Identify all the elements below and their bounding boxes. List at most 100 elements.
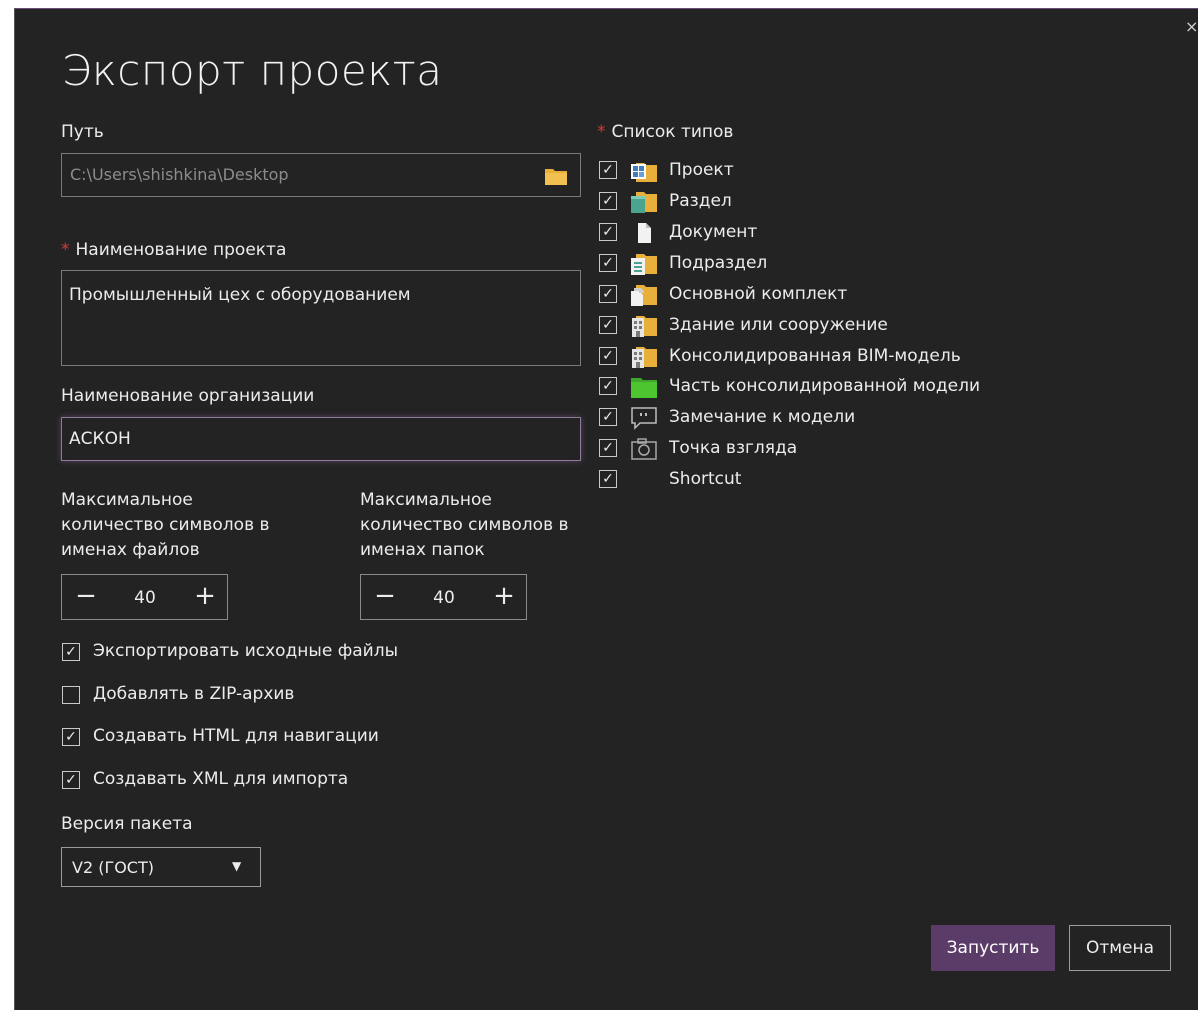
checkbox[interactable]: ✓: [599, 377, 617, 395]
cancel-button[interactable]: Отмена: [1069, 925, 1171, 971]
type-item-main-set[interactable]: ✓ Основной комплект: [599, 283, 1019, 307]
project-folder-icon: [631, 163, 657, 182]
type-item-document[interactable]: ✓ Документ: [599, 221, 1019, 245]
max-folder-chars-label-line: Максимальное: [360, 490, 492, 510]
option-export-source-files[interactable]: ✓ Экспортировать исходные файлы: [62, 641, 482, 665]
required-mark: *: [61, 240, 70, 260]
checkbox[interactable]: ✓: [599, 285, 617, 303]
max-folder-chars-label-line: именах папок: [360, 540, 485, 560]
type-label: Документ: [669, 222, 758, 242]
type-label: Подраздел: [669, 253, 768, 273]
check-icon: ✓: [602, 224, 614, 240]
type-item-subsection[interactable]: ✓ Подраздел: [599, 252, 1019, 276]
org-name-field[interactable]: АСКОН: [61, 417, 581, 461]
checkbox[interactable]: ✓: [599, 439, 617, 457]
section-folder-icon: [631, 192, 657, 213]
type-item-viewpoint[interactable]: ✓ Точка взгляда: [599, 437, 1019, 461]
max-file-chars-label: Максимальное количество символов в имена…: [61, 488, 270, 563]
max-file-chars-value[interactable]: 40: [112, 588, 178, 608]
option-create-html[interactable]: ✓ Создавать HTML для навигации: [62, 726, 482, 750]
path-field[interactable]: C:\Users\shishkina\Desktop: [61, 153, 581, 197]
checkbox[interactable]: ✓: [62, 771, 80, 789]
option-label: Экспортировать исходные файлы: [93, 641, 398, 661]
checkbox[interactable]: ✓: [599, 408, 617, 426]
max-file-chars-label-line: Максимальное: [61, 490, 193, 510]
type-list-label: * Список типов: [597, 122, 733, 142]
max-folder-chars-stepper: − 40 +: [360, 574, 527, 620]
check-icon: ✓: [602, 317, 614, 333]
path-value: C:\Users\shishkina\Desktop: [70, 165, 289, 184]
version-select[interactable]: V2 (ГОСТ) ▼: [61, 847, 261, 887]
check-icon: ✓: [602, 409, 614, 425]
bim-model-folder-icon: [632, 347, 657, 368]
check-icon: ✓: [602, 378, 614, 394]
building-folder-icon: [632, 316, 657, 337]
option-add-zip[interactable]: Добавлять в ZIP-архив: [62, 684, 482, 708]
checkbox[interactable]: ✓: [599, 470, 617, 488]
check-icon: ✓: [602, 348, 614, 364]
check-icon: ✓: [602, 193, 614, 209]
checkbox[interactable]: ✓: [599, 254, 617, 272]
check-icon: ✓: [65, 729, 77, 745]
increment-button[interactable]: +: [190, 581, 220, 613]
checkbox[interactable]: ✓: [599, 347, 617, 365]
checkbox[interactable]: ✓: [599, 161, 617, 179]
max-folder-chars-label-line: количество символов в: [360, 515, 569, 535]
increment-button[interactable]: +: [489, 581, 519, 613]
decrement-button[interactable]: −: [370, 581, 400, 613]
check-icon: ✓: [602, 255, 614, 271]
project-name-label: * Наименование проекта: [61, 240, 286, 260]
check-icon: ✓: [65, 644, 77, 660]
type-label: Раздел: [669, 191, 732, 211]
dropdown-arrow-icon: ▼: [232, 859, 242, 873]
checkbox[interactable]: ✓: [62, 643, 80, 661]
export-project-dialog: × Экспорт проекта Путь C:\Users\shishkin…: [14, 8, 1198, 1010]
required-mark: *: [597, 122, 606, 142]
folder-browse-icon[interactable]: [544, 166, 568, 186]
version-value: V2 (ГОСТ): [72, 858, 154, 877]
document-icon: [638, 223, 651, 243]
max-file-chars-label-line: количество символов в: [61, 515, 270, 535]
type-item-section[interactable]: ✓ Раздел: [599, 190, 1019, 214]
type-item-model-part[interactable]: ✓ Часть консолидированной модели: [599, 375, 1019, 399]
check-icon: ✓: [602, 471, 614, 487]
checkbox[interactable]: ✓: [599, 316, 617, 334]
type-label: Shortcut: [669, 469, 742, 489]
project-name-value: Промышленный цех с оборудованием: [69, 285, 411, 305]
project-name-label-text: Наименование проекта: [75, 240, 287, 260]
org-name-label: Наименование организации: [61, 386, 315, 406]
option-create-xml[interactable]: ✓ Создавать XML для импорта: [62, 769, 482, 793]
option-label: Создавать HTML для навигации: [93, 726, 379, 746]
close-icon[interactable]: ×: [1185, 19, 1198, 35]
type-label: Точка взгляда: [669, 438, 798, 458]
checkbox[interactable]: ✓: [62, 728, 80, 746]
max-file-chars-label-line: именах файлов: [61, 540, 200, 560]
project-name-field[interactable]: Промышленный цех с оборудованием: [61, 270, 581, 366]
checkbox[interactable]: ✓: [599, 223, 617, 241]
dialog-title: Экспорт проекта: [62, 46, 443, 95]
max-folder-chars-label: Максимальное количество символов в имена…: [360, 488, 569, 563]
type-item-bim-model[interactable]: ✓ Консолидированная BIM-модель: [599, 345, 1019, 369]
checkbox[interactable]: [62, 686, 80, 704]
checkbox[interactable]: ✓: [599, 192, 617, 210]
type-label: Проект: [669, 160, 734, 180]
type-item-model-comment[interactable]: ✓ Замечание к модели: [599, 406, 1019, 430]
type-item-shortcut[interactable]: ✓ Shortcut: [599, 468, 1019, 492]
main-set-folder-icon: [631, 285, 657, 306]
path-label: Путь: [61, 122, 104, 142]
check-icon: ✓: [65, 772, 77, 788]
type-label: Замечание к модели: [669, 407, 856, 427]
org-name-value: АСКОН: [69, 429, 131, 449]
type-item-project[interactable]: ✓ Проект: [599, 159, 1019, 183]
decrement-button[interactable]: −: [71, 581, 101, 613]
type-label: Консолидированная BIM-модель: [669, 346, 961, 366]
type-label: Часть консолидированной модели: [669, 376, 981, 396]
camera-icon: [631, 438, 657, 460]
max-folder-chars-value[interactable]: 40: [411, 588, 477, 608]
type-item-building[interactable]: ✓ Здание или сооружение: [599, 314, 1019, 338]
type-list-label-text: Список типов: [611, 122, 734, 142]
subsection-folder-icon: [631, 254, 657, 275]
option-label: Создавать XML для импорта: [93, 769, 349, 789]
run-button[interactable]: Запустить: [931, 925, 1055, 971]
type-label: Здание или сооружение: [669, 315, 888, 335]
